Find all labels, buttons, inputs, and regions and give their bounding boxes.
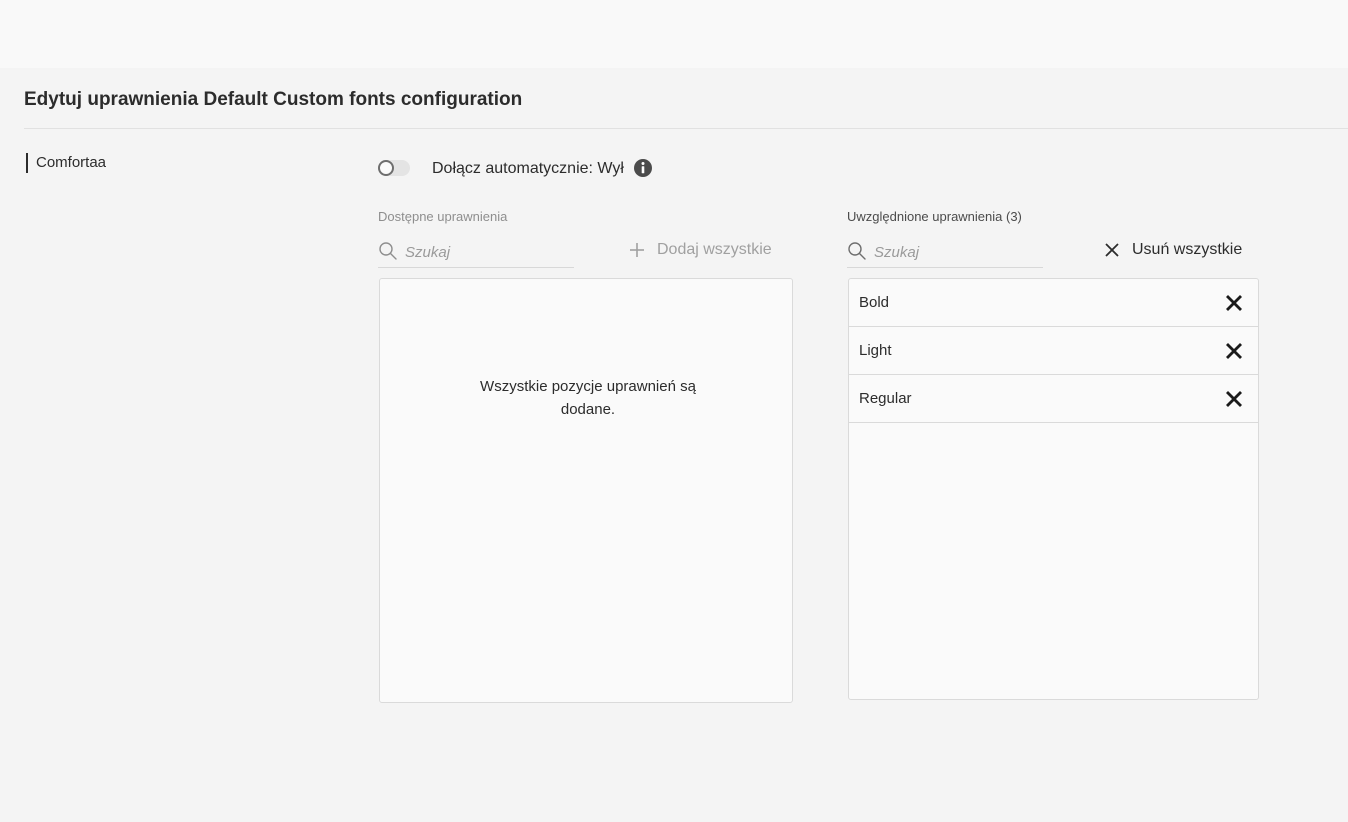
top-bar bbox=[0, 0, 1348, 68]
add-all-button[interactable]: Dodaj wszystkie bbox=[627, 238, 772, 262]
available-search-input[interactable] bbox=[405, 238, 570, 266]
included-permissions-label: Uwzględnione uprawnienia (3) bbox=[847, 209, 1022, 224]
toggle-knob bbox=[378, 160, 394, 176]
included-search bbox=[847, 238, 1043, 268]
remove-all-button[interactable]: Usuń wszystkie bbox=[1102, 238, 1242, 262]
list-item-label: Light bbox=[859, 342, 892, 359]
auto-include-toggle[interactable] bbox=[378, 160, 410, 176]
plus-icon bbox=[630, 243, 644, 257]
included-item-regular: Regular bbox=[849, 375, 1258, 423]
info-icon[interactable] bbox=[633, 158, 653, 178]
close-icon[interactable] bbox=[1224, 389, 1244, 409]
close-icon bbox=[1105, 243, 1119, 257]
search-icon bbox=[379, 242, 397, 260]
title-divider bbox=[24, 128, 1348, 129]
included-search-input[interactable] bbox=[874, 238, 1039, 266]
included-item-light: Light bbox=[849, 327, 1258, 375]
page-title: Edytuj uprawnienia Default Custom fonts … bbox=[24, 89, 523, 110]
available-search bbox=[378, 238, 574, 268]
list-item-label: Regular bbox=[859, 390, 912, 407]
auto-include-label: Dołącz automatycznie: Wył bbox=[432, 160, 624, 177]
included-list-panel: Bold Light Regular bbox=[848, 278, 1259, 700]
list-item-label: Bold bbox=[859, 294, 890, 311]
sidebar-item-comfortaa[interactable]: Comfortaa bbox=[26, 153, 106, 173]
add-all-label: Dodaj wszystkie bbox=[657, 241, 772, 258]
included-item-bold: Bold bbox=[849, 279, 1258, 327]
search-icon bbox=[848, 242, 866, 260]
empty-state-message: Wszystkie pozycje uprawnień są dodane. bbox=[480, 378, 696, 418]
available-permissions-label: Dostępne uprawnienia bbox=[378, 209, 508, 224]
close-icon[interactable] bbox=[1224, 293, 1244, 313]
available-list-panel: Wszystkie pozycje uprawnień są dodane. bbox=[379, 278, 793, 703]
close-icon[interactable] bbox=[1224, 341, 1244, 361]
remove-all-label: Usuń wszystkie bbox=[1132, 241, 1243, 258]
